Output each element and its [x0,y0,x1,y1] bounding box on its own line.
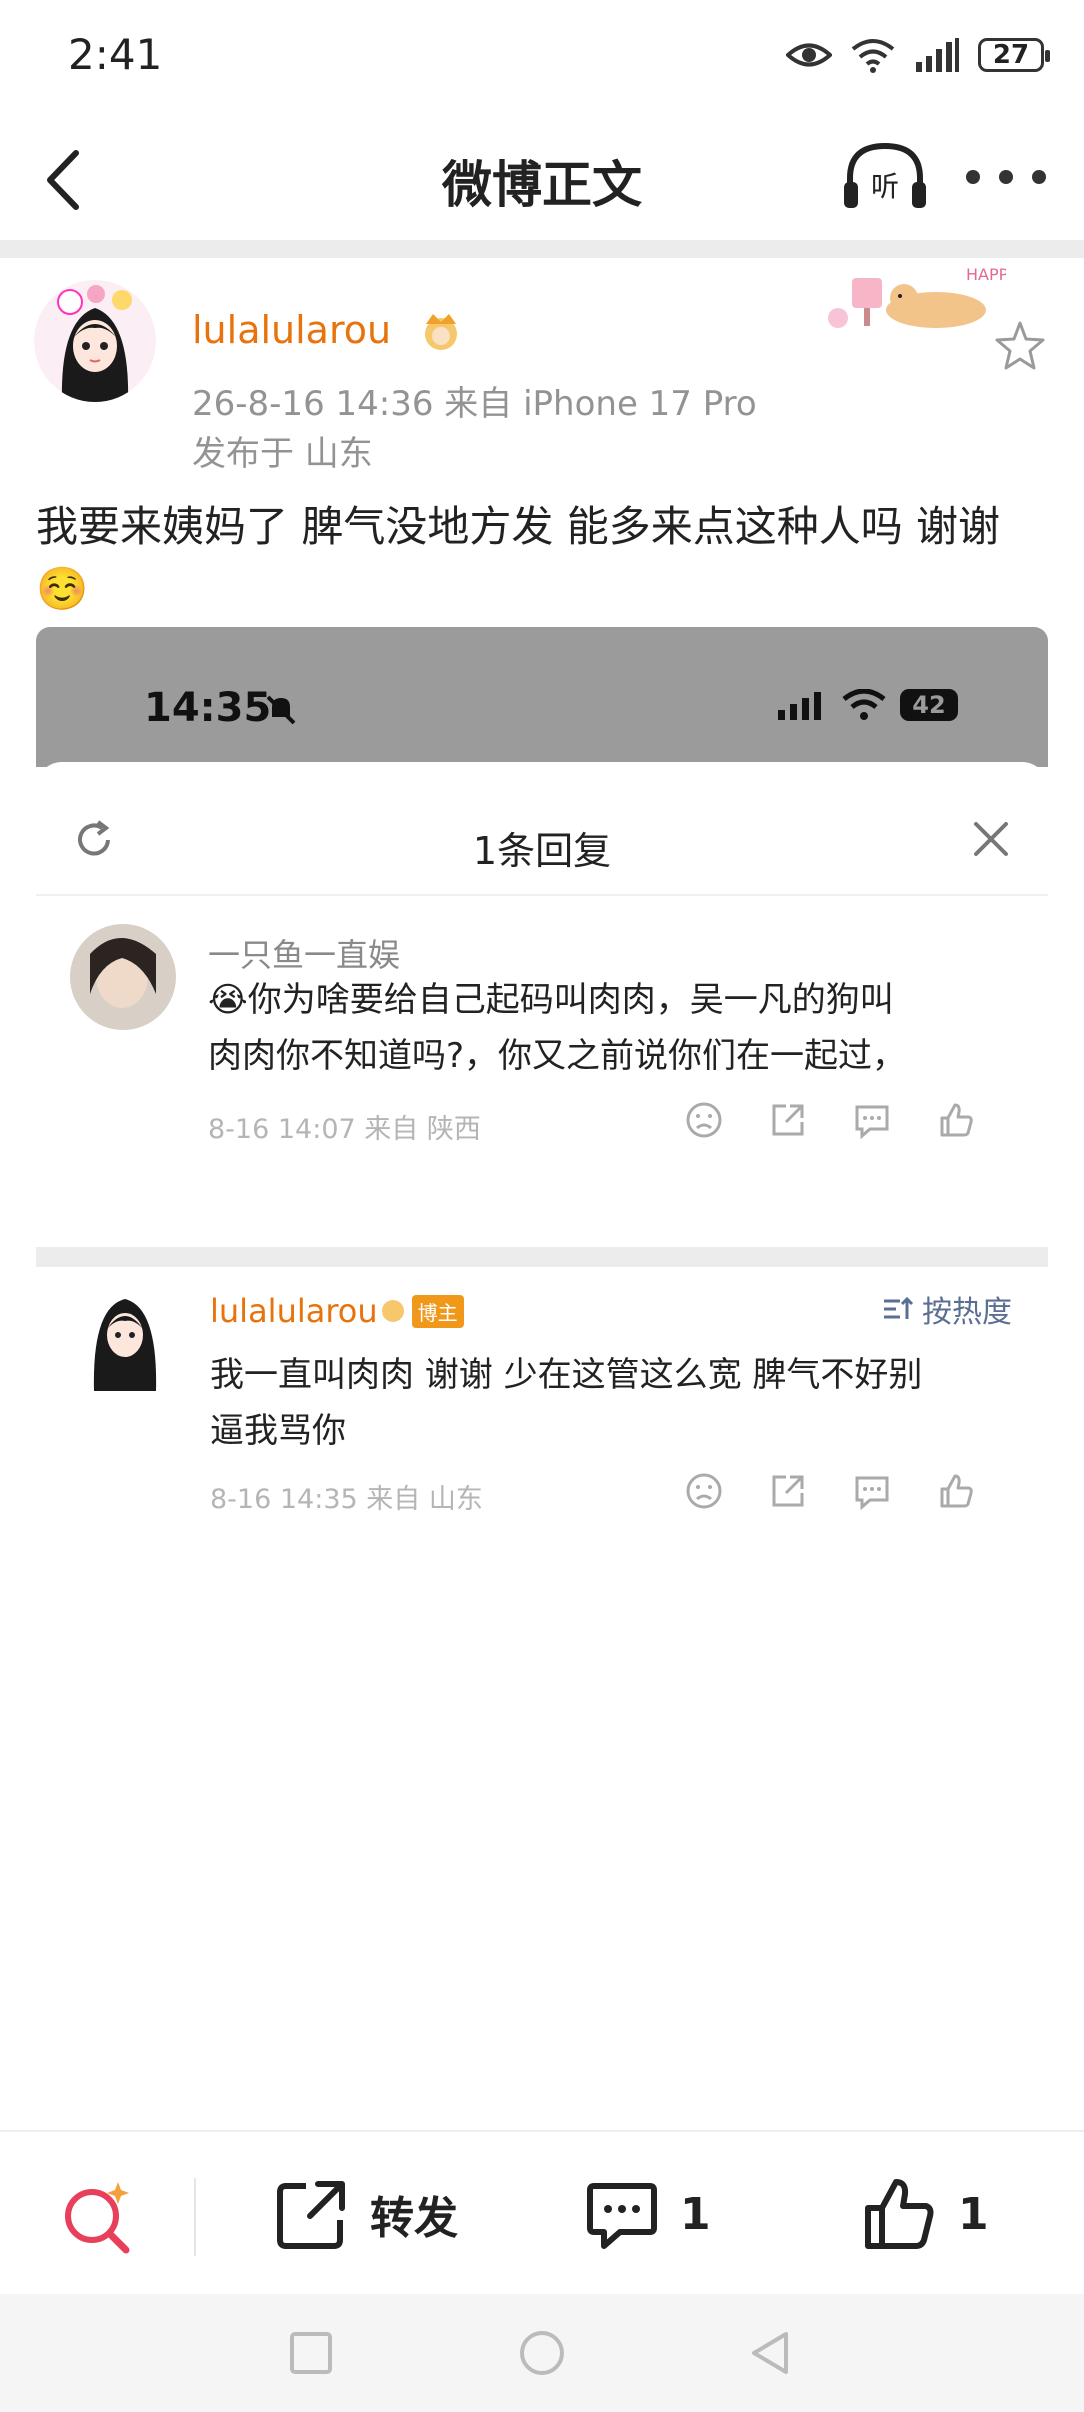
share-icon[interactable] [768,1100,808,1140]
author-username[interactable]: lulalularou [192,308,391,352]
status-time: 2:41 [68,30,163,79]
sort-icon [884,1296,914,1319]
close-icon[interactable] [970,818,1012,860]
author-avatar[interactable] [34,280,156,402]
sort-by-heat-button[interactable]: 按热度 [882,1287,1012,1331]
commenter-name[interactable]: 一只鱼一直娱 [208,930,400,976]
post-body-text: 我要来姨妈了 脾气没地方发 能多来点这种人吗 谢谢☺️ [36,502,1001,613]
like-count: 1 [958,2188,989,2240]
crown-badge-icon [425,314,457,350]
like-thumb-icon[interactable] [936,1100,976,1140]
more-options-icon[interactable] [966,165,1046,189]
comment-actions [684,1100,976,1140]
sort-label-text: 按热度 [922,1295,1012,1330]
image-divider [36,1247,1048,1267]
back-triangle-icon[interactable] [746,2328,796,2378]
listen-headphones-icon[interactable]: 听 [840,138,930,218]
reply-sheet: 1条回复 一只鱼一直娱 😭你为啥要给自己起码叫肉肉，吴一凡的狗叫 肉肉你不知道吗… [36,762,1048,1247]
author-reply-text-line1: 我一直叫肉肉 谢谢 少在这管这么宽 脾气不好别 [210,1355,923,1395]
comment-meta: 8-16 14:07 来自 陕西 [208,1114,481,1145]
comment-button[interactable]: 1 [582,2172,711,2256]
image-battery: 42 [900,689,958,721]
post-image[interactable]: 14:35 42 1条回复 一只鱼一直娱 😭你为啥要给自己起码叫肉肉，吴一凡的狗… [36,627,1048,1537]
dislike-face-icon[interactable] [684,1471,724,1511]
image-status-bar: 14:35 42 [36,627,1048,767]
battery-indicator: 27 [978,38,1050,72]
author-reply-name[interactable]: lulalularou [210,1292,378,1330]
repost-button[interactable]: 转发 [272,2172,458,2256]
author-reply-meta: 8-16 14:35 来自 山东 [210,1484,483,1515]
mute-bell-icon [266,695,296,725]
image-status-time: 14:35 [144,685,272,731]
post-timestamp-device: 26-8-16 14:36 来自 iPhone 17 Pro [192,384,757,424]
comment-count: 1 [680,2188,711,2240]
author-reply-actions [684,1471,976,1511]
comment-bubble-icon[interactable] [852,1100,892,1140]
divider [194,2178,196,2256]
dislike-face-icon[interactable] [684,1100,724,1140]
wifi-icon [851,39,895,73]
image-status-icons: 42 [776,689,958,721]
section-divider [0,240,1084,258]
status-bar: 2:41 27 [0,0,1084,110]
repost-share-icon [277,2181,345,2249]
happy-cat-decoration-icon: HAPPY [828,265,1006,328]
like-button[interactable]: 1 [860,2172,989,2256]
system-navigation-bar [0,2294,1084,2412]
author-reply-text-line2: 逼我骂你 [210,1411,346,1451]
eye-icon [786,43,832,67]
bottom-action-bar: 转发 1 1 [0,2130,1084,2296]
comment-bubble-icon[interactable] [852,1471,892,1511]
nav-bar: 微博正文 听 [0,110,1084,240]
favorite-star-icon[interactable] [992,318,1048,374]
signal-icon [778,692,821,720]
reply-sheet-title: 1条回复 [472,829,612,873]
host-badge: 博主 [411,1294,464,1328]
author-reply-avatar[interactable] [72,1285,178,1391]
decoration-text: HAPPY [966,265,1006,284]
divider [36,894,1048,896]
crown-badge-icon [381,1300,404,1322]
wifi-icon [842,689,886,720]
status-icons: 27 [786,30,1050,80]
post-location: 发布于 山东 [192,434,373,474]
commenter-avatar[interactable] [70,924,176,1030]
home-circle-icon[interactable] [517,2328,567,2378]
listen-label: 听 [871,170,899,203]
comment-text-line1: 😭你为啥要给自己起码叫肉肉，吴一凡的狗叫 [208,980,894,1020]
comment-bubble-icon [587,2183,657,2249]
author-reply-header: lulalularou 博主 [210,1292,464,1330]
like-thumb-icon[interactable] [936,1471,976,1511]
post-header: lulalularou 26-8-16 14:36 来自 iPhone 17 P… [0,258,1084,478]
repost-label: 转发 [370,2193,458,2244]
recent-apps-square-icon[interactable] [286,2328,336,2378]
ai-search-icon[interactable] [58,2176,138,2256]
like-thumb-icon [865,2179,934,2249]
comment-text-line2: 肉肉你不知道吗?，你又之前说你们在一起过， [208,1036,907,1076]
share-icon[interactable] [768,1471,808,1511]
signal-icon [916,38,959,72]
